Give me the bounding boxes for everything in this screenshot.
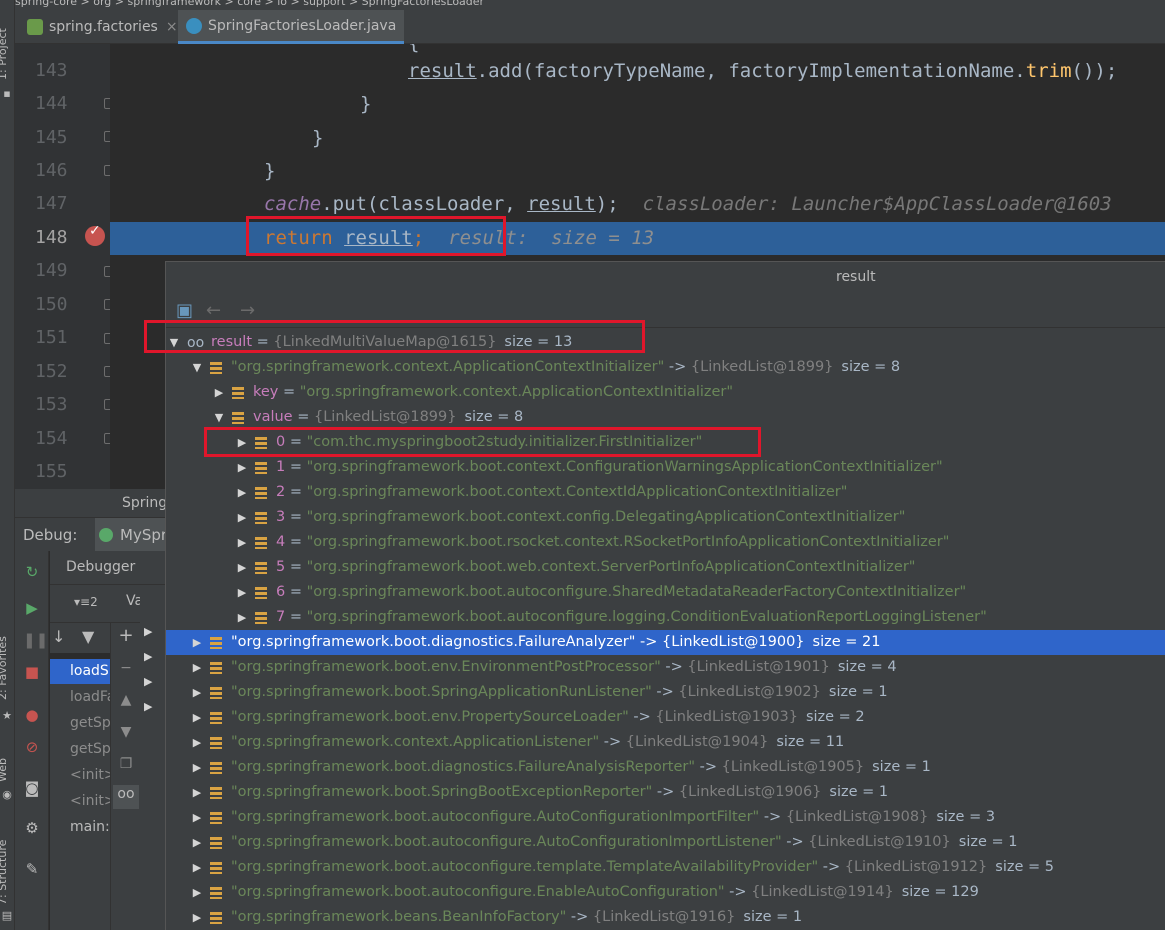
expand-arrow-icon[interactable]: ▶ [235,455,249,480]
tree-row-entry[interactable]: ▶ "org.springframework.boot.autoconfigure… [1,880,1165,905]
tree-row-entry[interactable]: ▶ "org.springframework.boot.autoconfigure… [1,855,1165,880]
tab-spring-factories[interactable]: spring.factories × [19,10,186,44]
list-field-icon [210,361,222,374]
tab-spring-factories-loader[interactable]: SpringFactoriesLoader.java [178,10,405,44]
forward-arrow-icon[interactable]: → [240,300,255,321]
tab-label: SpringFactoriesLoader.java [208,17,397,34]
result-tree: ▼ oo result = {LinkedMultiValueMap@1615}… [1,328,1165,930]
expand-arrow-icon[interactable]: ▶ [190,705,204,730]
expand-arrow-icon[interactable]: ▶ [190,730,204,755]
tree-row-entry[interactable]: ▶ "org.springframework.beans.BeanInfoFact… [1,905,1165,930]
line-number: 149 [35,260,68,281]
code-line-143: result.add(factoryTypeName, factoryImple… [408,60,1118,82]
tree-row-entry[interactable]: ▶ "org.springframework.boot.diagnostics.F… [1,755,1165,780]
tree-row-item[interactable]: ▶ 7 = "org.springframework.boot.autoconfi… [1,605,1165,630]
expand-arrow-icon[interactable]: ▶ [235,530,249,555]
list-field-icon [210,711,222,724]
collapse-arrow-icon[interactable]: ▼ [190,355,204,380]
list-field-icon [255,461,267,474]
expand-arrow-icon[interactable]: ▶ [190,655,204,680]
folder-icon[interactable]: ▪ [1,88,13,100]
tree-row-item[interactable]: ▶ 4 = "org.springframework.boot.rsocket.c… [1,530,1165,555]
code-line-144: } [360,93,372,115]
tree-row-entry[interactable]: ▶ "org.springframework.boot.SpringBootExc… [1,780,1165,805]
result-popup[interactable]: result ▣ ← → ▼ oo result = {LinkedMultiV… [165,261,1165,930]
tree-row-item[interactable]: ▶ 3 = "org.springframework.boot.context.c… [1,505,1165,530]
expand-arrow-icon[interactable]: ▶ [190,755,204,780]
line-number: 145 [35,127,68,148]
expand-arrow-icon[interactable]: ▶ [235,505,249,530]
list-field-icon [210,811,222,824]
breakpoint-icon[interactable] [85,223,105,246]
list-field-icon [232,411,244,424]
tab-label: spring.factories [49,19,158,35]
expand-arrow-icon[interactable]: ▶ [190,680,204,705]
tree-row-entry[interactable]: ▶ "org.springframework.boot.autoconfigure… [1,805,1165,830]
expand-arrow-icon[interactable]: ▶ [235,580,249,605]
spring-leaf-icon [27,19,43,35]
annotation-box-first-initializer [204,427,761,457]
expand-arrow-icon[interactable]: ▶ [190,805,204,830]
tree-row-item[interactable]: ▶ 6 = "org.springframework.boot.autoconfi… [1,580,1165,605]
list-field-icon [210,836,222,849]
back-arrow-icon[interactable]: ← [206,300,221,321]
tree-row-entry[interactable]: ▶ "org.springframework.boot.env.PropertyS… [1,705,1165,730]
list-field-icon [210,686,222,699]
list-field-icon [255,586,267,599]
tree-row-item[interactable]: ▶ 1 = "org.springframework.boot.context.C… [1,455,1165,480]
expand-arrow-icon[interactable]: ▶ [235,605,249,630]
list-field-icon [255,486,267,499]
breadcrumb[interactable]: spring-core > org > springframework > co… [15,0,1165,10]
annotation-box-return [246,216,506,256]
tree-row-entry[interactable]: ▶ "org.springframework.boot.SpringApplica… [1,680,1165,705]
tree-row-entry[interactable]: ▼ "org.springframework.context.Applicati… [1,355,1165,380]
popup-title: result [836,269,876,285]
annotation-box-result-root [144,320,645,353]
list-field-icon [255,561,267,574]
line-number: 150 [35,294,68,315]
line-number: 143 [35,60,68,81]
expand-arrow-icon[interactable]: ▶ [190,630,204,655]
list-field-icon [232,386,244,399]
code-line-146: } [264,160,276,182]
expand-arrow-icon[interactable]: ▶ [190,780,204,805]
code-line-145: } [312,127,324,149]
line-number: 147 [35,193,68,214]
close-icon[interactable]: × [166,19,178,35]
list-field-icon [210,786,222,799]
list-field-icon [255,536,267,549]
editor-tab-bar: spring.factories × SpringFactoriesLoader… [15,10,1165,44]
list-field-icon [210,661,222,674]
tree-row-entry-selected[interactable]: ▶ "org.springframework.boot.diagnostics.F… [166,630,1165,655]
list-field-icon [210,886,222,899]
list-field-icon [255,511,267,524]
expand-arrow-icon[interactable]: ▶ [190,905,204,930]
tree-row-key[interactable]: ▶ key = "org.springframework.context.App… [1,380,1165,405]
expand-arrow-icon[interactable]: ▶ [190,880,204,905]
project-tool-label[interactable]: 1: Project [0,28,9,80]
expand-arrow-icon[interactable]: ▶ [235,555,249,580]
line-number: 144 [35,93,68,114]
list-field-icon [210,911,222,924]
expand-arrow-icon[interactable]: ▶ [190,855,204,880]
line-number: 146 [35,160,68,181]
list-field-icon [255,611,267,624]
tree-row-entry[interactable]: ▶ "org.springframework.boot.env.Environme… [1,655,1165,680]
tree-view-icon[interactable]: ▣ [176,300,193,321]
expand-arrow-icon[interactable]: ▶ [212,380,226,405]
tree-row-entry[interactable]: ▶ "org.springframework.context.Applicatio… [1,730,1165,755]
tree-row-item[interactable]: ▶ 5 = "org.springframework.boot.web.conte… [1,555,1165,580]
list-field-icon [210,761,222,774]
ide-window: 1: Project ▪ 2: Favorites ★ Web ◉ 7: Str… [0,0,1165,930]
list-field-icon [210,861,222,874]
expand-arrow-icon[interactable]: ▶ [190,830,204,855]
list-field-icon [210,736,222,749]
tree-row-item[interactable]: ▶ 2 = "org.springframework.boot.context.C… [1,480,1165,505]
expand-arrow-icon[interactable]: ▶ [235,480,249,505]
list-field-icon [210,636,222,649]
line-number-current: 148 [35,227,68,248]
tree-row-entry[interactable]: ▶ "org.springframework.boot.autoconfigure… [1,830,1165,855]
java-class-icon [186,17,202,34]
